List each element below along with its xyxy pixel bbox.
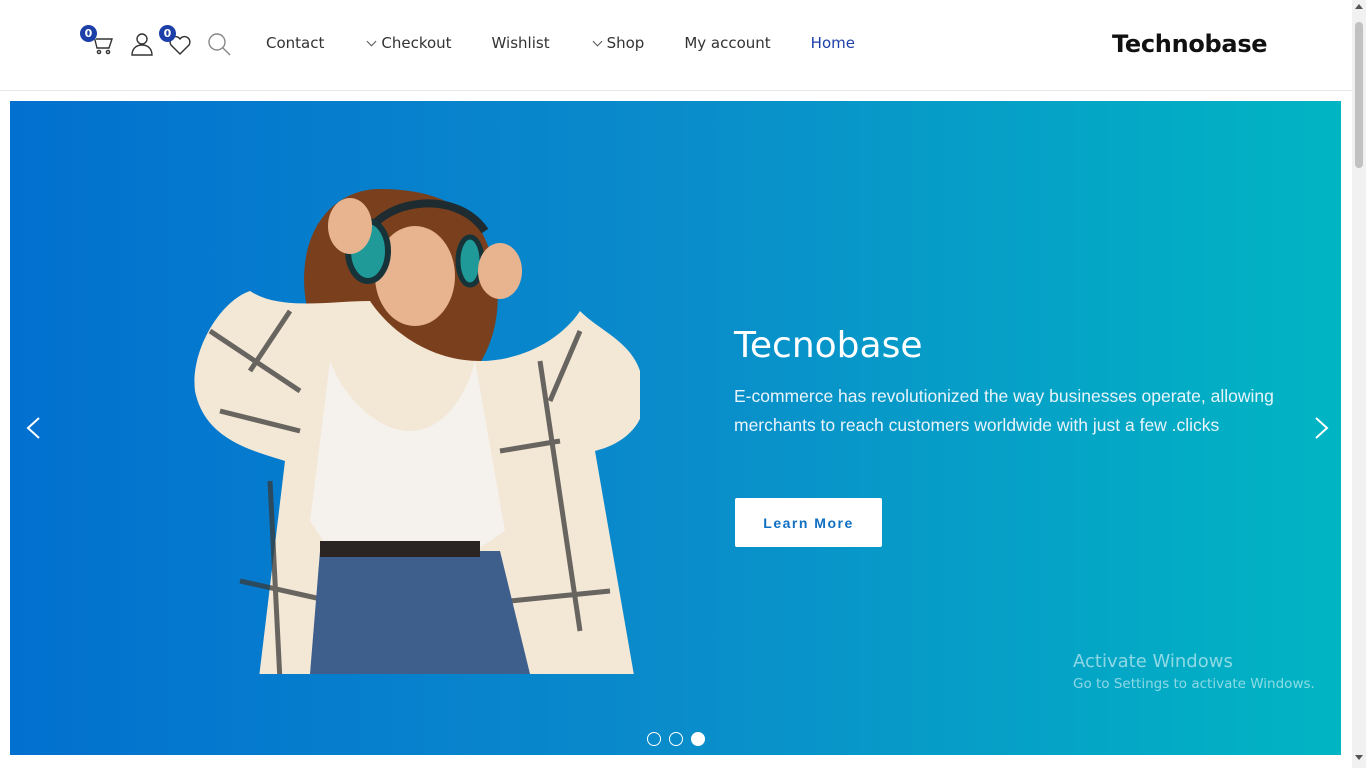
nav-item-wishlist[interactable]: Wishlist — [492, 34, 550, 52]
figure-jeans — [310, 551, 530, 674]
hero-image — [194, 189, 640, 674]
hero-slider: Tecnobase E-commerce has revolutionized … — [10, 101, 1341, 755]
windows-activation-watermark: Activate Windows Go to Settings to activ… — [1073, 651, 1315, 692]
scroll-up-arrow-icon[interactable] — [1355, 4, 1363, 9]
cart-button[interactable]: 0 — [80, 25, 118, 61]
watermark-subtitle: Go to Settings to activate Windows. — [1073, 676, 1315, 692]
site-header: 0 0 Contact Checkout Wishlist Shop My ac… — [0, 0, 1352, 91]
nav-label: Wishlist — [491, 34, 550, 52]
chevron-down-icon — [366, 36, 377, 46]
figure-headphone-right — [455, 234, 485, 288]
user-icon — [131, 33, 153, 56]
nav-item-checkout[interactable]: Checkout — [366, 34, 452, 52]
learn-more-button[interactable]: Learn More — [735, 498, 882, 547]
nav-item-home[interactable]: Home — [811, 34, 855, 52]
figure-hand-left — [328, 198, 372, 254]
scroll-down-arrow-icon[interactable] — [1355, 755, 1363, 760]
figure-belt — [320, 541, 480, 557]
figure-hand-right — [478, 243, 522, 299]
scrollbar-thumb[interactable] — [1355, 22, 1363, 168]
search-icon — [208, 33, 231, 56]
page-scrollbar[interactable] — [1352, 0, 1366, 768]
slider-prev-button[interactable] — [24, 417, 46, 439]
chevron-right-icon — [1315, 417, 1329, 439]
nav-label: Home — [810, 34, 855, 52]
chevron-left-icon — [26, 417, 40, 439]
chevron-down-icon — [592, 36, 603, 46]
site-logo[interactable]: Technobase — [1112, 30, 1268, 58]
slider-dot-2[interactable] — [669, 732, 683, 746]
nav-label: My account — [684, 34, 771, 52]
watermark-title: Activate Windows — [1073, 651, 1233, 672]
page: 0 0 Contact Checkout Wishlist Shop My ac… — [0, 0, 1366, 768]
nav-label: Shop — [606, 34, 645, 52]
wishlist-count-badge: 0 — [159, 25, 176, 42]
nav-label: Checkout — [381, 34, 452, 52]
nav-item-contact[interactable]: Contact — [266, 34, 324, 52]
hero-title: Tecnobase — [734, 325, 923, 366]
slider-pagination — [647, 732, 705, 746]
main-navigation: Contact Checkout Wishlist Shop My accoun… — [266, 34, 855, 52]
slider-next-button[interactable] — [1309, 417, 1331, 439]
slider-dot-1[interactable] — [647, 732, 661, 746]
hero-description: E-commerce has revolutionized the way bu… — [734, 386, 1274, 435]
account-button[interactable] — [125, 27, 159, 61]
wishlist-button[interactable]: 0 — [159, 25, 197, 61]
slider-dot-3[interactable] — [691, 732, 705, 746]
cart-count-badge: 0 — [80, 25, 97, 42]
nav-item-my-account[interactable]: My account — [684, 34, 770, 52]
search-button[interactable] — [202, 27, 236, 61]
nav-item-shop[interactable]: Shop — [592, 34, 645, 52]
nav-label: Contact — [266, 34, 325, 52]
